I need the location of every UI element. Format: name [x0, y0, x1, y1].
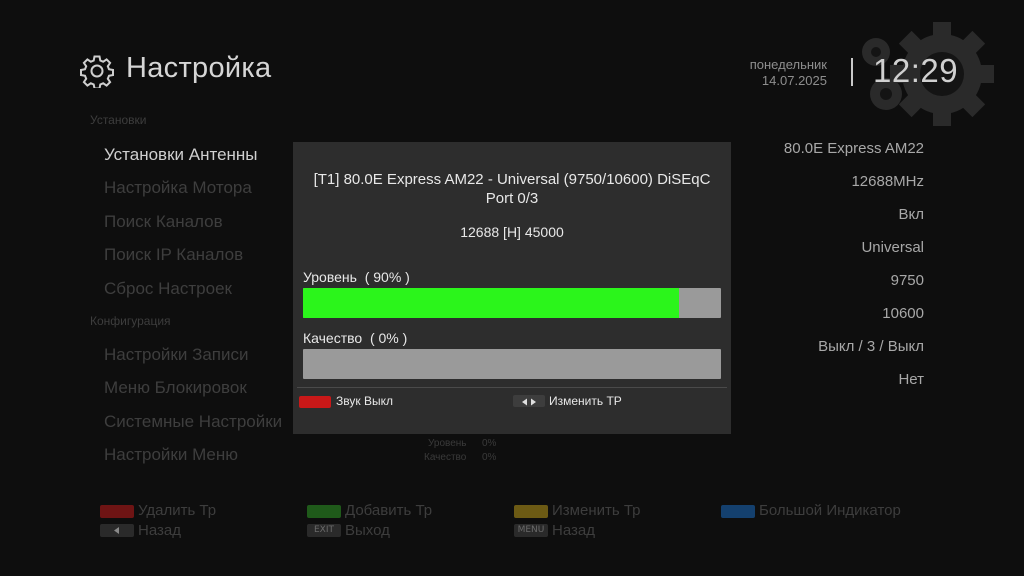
- menu-item-motor-settings[interactable]: Настройка Мотора: [104, 178, 252, 198]
- menu-item-reset-settings[interactable]: Сброс Настроек: [104, 279, 232, 299]
- footer-red-key-icon[interactable]: [100, 505, 134, 518]
- section-label-install: Установки: [90, 113, 147, 127]
- footer-delete-tp[interactable]: Удалить Тр: [138, 502, 216, 519]
- value-transponder[interactable]: 12688MHz: [851, 173, 924, 190]
- footer-add-tp[interactable]: Добавить Тр: [345, 502, 432, 519]
- dialog-title: [T1] 80.0E Express AM22 - Universal (975…: [313, 171, 711, 207]
- menu-item-lock-menu[interactable]: Меню Блокировок: [104, 378, 247, 398]
- signal-dialog: [T1] 80.0E Express AM22 - Universal (975…: [293, 142, 731, 434]
- mini-level-label: Уровень: [428, 438, 467, 449]
- value-lnb-low[interactable]: 9750: [891, 272, 924, 289]
- footer-big-indicator[interactable]: Большой Индикатор: [759, 502, 901, 519]
- footer-green-key-icon[interactable]: [307, 505, 341, 518]
- change-tp-hint: Изменить TP: [549, 394, 622, 408]
- menu-item-ip-channel-search[interactable]: Поиск IP Каналов: [104, 245, 243, 265]
- settings-gear-icon: [80, 55, 114, 88]
- signal-quality-label: Качество ( 0% ): [303, 330, 408, 346]
- mute-hint: Звук Выкл: [336, 394, 393, 408]
- footer-back-left[interactable]: Назад: [138, 522, 181, 539]
- footer-menu-key[interactable]: MENU: [514, 524, 548, 537]
- date-block: понедельник 14.07.2025: [750, 57, 827, 89]
- menu-item-record-settings[interactable]: Настройки Записи: [104, 345, 249, 365]
- value-satellite[interactable]: 80.0E Express AM22: [784, 140, 924, 157]
- footer-left-arrow-key-icon[interactable]: [100, 524, 134, 537]
- menu-item-channel-search[interactable]: Поиск Каналов: [104, 212, 223, 232]
- footer-yellow-key-icon[interactable]: [514, 505, 548, 518]
- footer-exit[interactable]: Выход: [345, 522, 390, 539]
- red-key-icon[interactable]: [299, 396, 331, 408]
- section-label-config: Конфигурация: [90, 314, 171, 328]
- signal-level-fill: [303, 288, 680, 318]
- mini-quality-label: Качество: [424, 452, 467, 463]
- menu-item-menu-settings[interactable]: Настройки Меню: [104, 445, 238, 465]
- dialog-frequency: 12688 [H] 45000: [460, 224, 564, 240]
- clock: 12:29: [873, 52, 959, 89]
- value-lnb-power[interactable]: Вкл: [899, 206, 925, 223]
- value-lnb-high[interactable]: 10600: [882, 305, 924, 322]
- dialog-separator: [297, 387, 727, 388]
- menu-item-antenna-settings[interactable]: Установки Антенны: [104, 145, 258, 165]
- value-diseqc[interactable]: Выкл / 3 / Выкл: [818, 338, 924, 355]
- footer-edit-tp[interactable]: Изменить Тр: [552, 502, 641, 519]
- signal-level-label: Уровень ( 90% ): [303, 269, 410, 285]
- footer-exit-key[interactable]: EXIT: [307, 524, 341, 537]
- time-divider: [851, 58, 853, 86]
- footer-blue-key-icon[interactable]: [721, 505, 755, 518]
- date-label: 14.07.2025: [761, 73, 827, 88]
- footer-back-menu[interactable]: Назад: [552, 522, 595, 539]
- value-lnb-type[interactable]: Universal: [861, 239, 924, 256]
- left-right-arrows-icon[interactable]: [513, 395, 545, 407]
- value-motor[interactable]: Нет: [898, 371, 924, 388]
- menu-item-system-settings[interactable]: Системные Настройки: [104, 412, 282, 432]
- page-title: Настройка: [126, 52, 272, 84]
- mini-quality-value: 0%: [482, 452, 497, 463]
- mini-level-value: 0%: [482, 438, 497, 449]
- weekday-label: понедельник: [749, 57, 827, 72]
- signal-level-bar: [303, 288, 721, 318]
- signal-quality-bar: [303, 349, 721, 379]
